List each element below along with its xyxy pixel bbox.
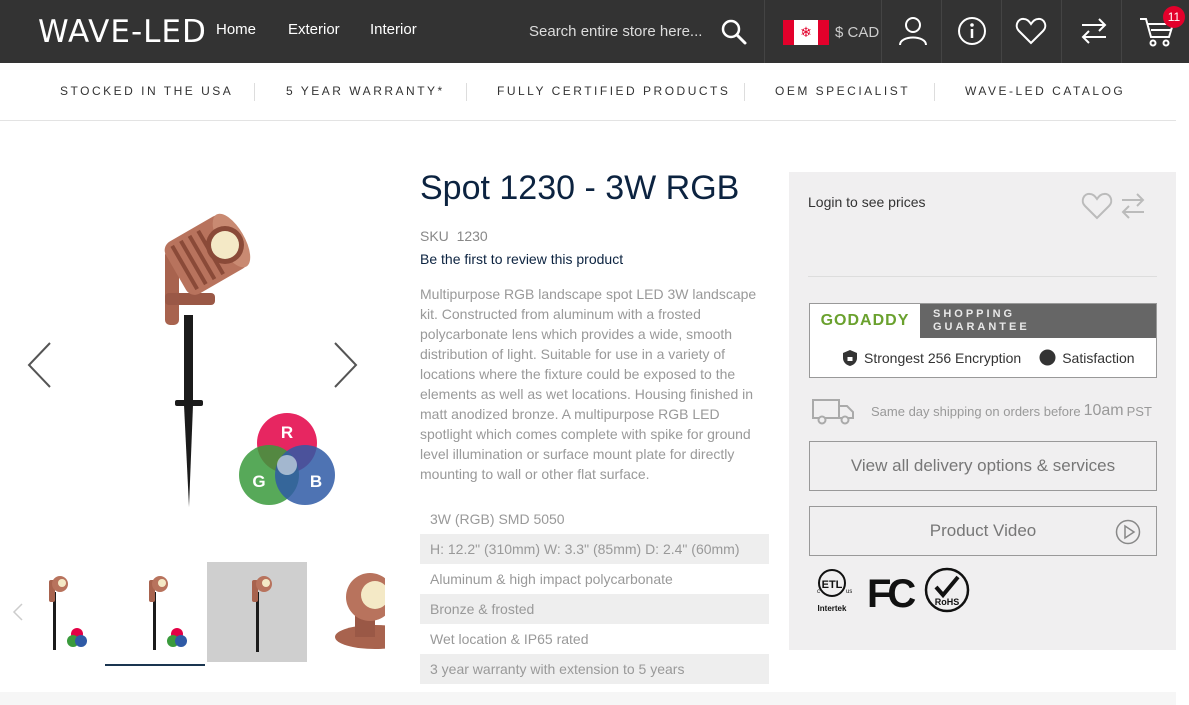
product-thumbnail[interactable] — [325, 562, 385, 662]
gallery-prev-arrow-icon[interactable] — [26, 340, 56, 390]
usp-bar: Stocked in the USA 5 Year Warranty* Full… — [0, 63, 1176, 121]
rohs-icon: RoHS — [924, 567, 970, 613]
play-circle-icon — [1115, 519, 1141, 545]
svg-text:ETL: ETL — [822, 579, 843, 591]
godaddy-guarantee-badge[interactable]: GODADDY SHOPPING GUARANTEE Strongest 256… — [809, 303, 1157, 378]
header-divider — [941, 0, 942, 63]
spec-row: Bronze & frosted — [420, 594, 769, 624]
login-prices-text[interactable]: Login to see prices — [808, 194, 926, 210]
rgb-g-letter: G — [252, 472, 265, 491]
rgb-b-letter: B — [310, 472, 322, 491]
product-main-image[interactable]: R G B — [20, 175, 380, 555]
canada-flag-icon: ❄ — [783, 19, 829, 45]
usp-warranty: 5 Year Warranty* — [286, 84, 445, 98]
spec-row: 3W (RGB) SMD 5050 — [430, 511, 565, 527]
info-icon[interactable] — [954, 13, 990, 49]
product-sku: SKU 1230 — [420, 228, 488, 244]
gallery-next-arrow-icon[interactable] — [330, 340, 360, 390]
svg-text:RoHS: RoHS — [935, 597, 960, 607]
currency-switcher[interactable]: ❄ $ CAD — [783, 19, 879, 45]
usp-oem: OEM Specialist — [775, 84, 911, 98]
product-thumbnail[interactable] — [105, 562, 205, 662]
spec-row: H: 12.2" (310mm) W: 3.3" (85mm) D: 2.4" … — [420, 534, 769, 564]
spec-row: Aluminum & high impact polycarbonate — [430, 571, 673, 587]
usp-divider — [254, 83, 255, 101]
search-input[interactable] — [514, 8, 714, 54]
usp-stocked: Stocked in the USA — [60, 84, 234, 98]
currency-label: $ CAD — [835, 23, 880, 41]
satisfaction-seal-icon — [1039, 349, 1056, 366]
add-to-wishlist-heart-icon[interactable] — [1081, 191, 1113, 221]
shipping-text: Same day shipping on orders before — [871, 403, 1081, 419]
encryption-text: Strongest 256 Encryption — [864, 349, 1022, 366]
satisfaction-text: Satisfaction — [1062, 349, 1135, 366]
certification-logos: ETL c us Intertek FC RoHS — [812, 567, 982, 617]
delivery-options-button[interactable]: View all delivery options & services — [809, 441, 1157, 491]
product-thumbnail[interactable] — [5, 562, 105, 662]
sku-label: SKU — [420, 228, 449, 244]
shield-lock-icon — [842, 349, 858, 367]
product-video-label: Product Video — [929, 521, 1037, 540]
nav-interior[interactable]: Interior — [370, 21, 417, 38]
cart-count-badge: 11 — [1163, 6, 1185, 28]
godaddy-badge-top: GODADDY SHOPPING GUARANTEE — [810, 304, 1156, 338]
purchase-sidebar: Login to see prices GODADDY SHOPPING GUA… — [789, 172, 1176, 650]
shipping-info: Same day shipping on orders before 10am … — [809, 394, 1159, 428]
account-icon[interactable] — [895, 13, 931, 49]
rgb-r-letter: R — [281, 423, 293, 442]
header-divider — [764, 0, 765, 63]
shipping-cutoff-time: 10am — [1083, 402, 1124, 419]
svg-text:us: us — [846, 589, 852, 595]
svg-text:Intertek: Intertek — [818, 604, 847, 613]
thumbnail-active-indicator — [105, 664, 205, 666]
etl-intertek-icon: ETL c us Intertek — [812, 567, 852, 615]
sidebar-divider — [808, 276, 1157, 277]
godaddy-logo: GODADDY — [820, 312, 910, 329]
site-logo[interactable]: WAVE-LED — [38, 14, 207, 50]
godaddy-guarantee-text: SHOPPING GUARANTEE — [920, 304, 1156, 338]
spec-row: Wet location & IP65 rated — [430, 631, 589, 647]
product-thumbnail[interactable] — [207, 562, 307, 662]
header-divider — [1061, 0, 1062, 63]
usp-divider — [744, 83, 745, 101]
product-title: Spot 1230 - 3W RGB — [420, 169, 740, 207]
header-divider — [1001, 0, 1002, 63]
usp-divider — [934, 83, 935, 101]
compare-arrows-icon[interactable] — [1076, 13, 1112, 49]
add-to-compare-icon[interactable] — [1119, 192, 1147, 220]
header-divider — [1121, 0, 1122, 63]
top-header: WAVE-LED Home Exterior Interior ❄ $ CAD … — [0, 0, 1189, 63]
delivery-truck-icon — [809, 396, 857, 426]
product-video-button[interactable]: Product Video — [809, 506, 1157, 556]
nav-exterior[interactable]: Exterior — [288, 21, 340, 38]
search-icon[interactable] — [720, 18, 748, 46]
wishlist-heart-icon[interactable] — [1013, 13, 1049, 49]
svg-text:FC: FC — [867, 572, 915, 613]
search-box — [514, 8, 764, 54]
usp-divider — [466, 83, 467, 101]
godaddy-badge-bottom: Strongest 256 Encryption Satisfaction — [810, 338, 1156, 377]
guarantee-line-1: SHOPPING — [933, 308, 1016, 320]
spec-row: 3 year warranty with extension to 5 year… — [420, 654, 769, 684]
review-link[interactable]: Be the first to review this product — [420, 251, 623, 267]
usp-certified: Fully Certified Products — [497, 84, 731, 98]
header-divider — [881, 0, 882, 63]
fcc-icon: FC — [867, 569, 919, 616]
bottom-divider — [0, 692, 1176, 705]
usp-catalog-link[interactable]: Wave-LED Catalog — [965, 84, 1125, 98]
product-description: Multipurpose RGB landscape spot LED 3W l… — [420, 286, 757, 482]
sku-value: 1230 — [456, 228, 488, 244]
nav-home[interactable]: Home — [216, 21, 256, 38]
svg-text:c: c — [817, 589, 820, 595]
shipping-timezone: PST — [1126, 403, 1152, 419]
guarantee-line-2: GUARANTEE — [933, 321, 1030, 333]
